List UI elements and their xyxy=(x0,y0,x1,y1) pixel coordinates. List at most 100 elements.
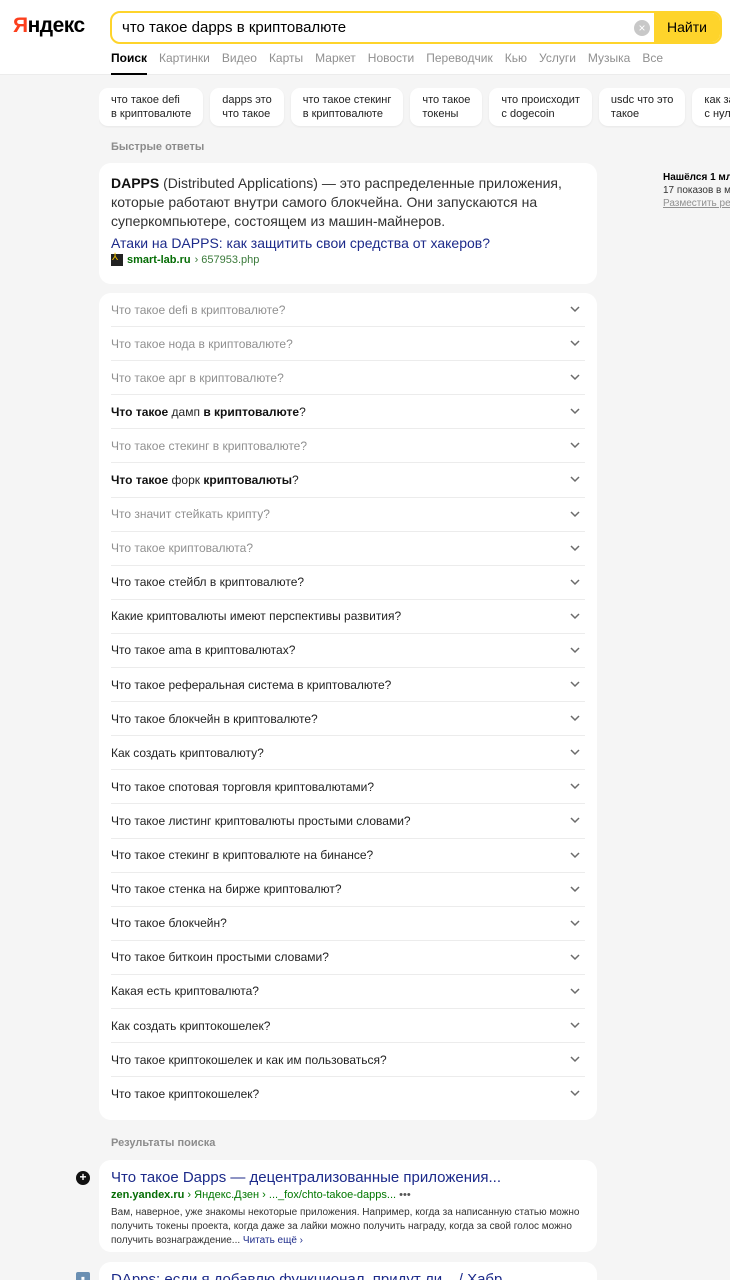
chevron-down-icon[interactable] xyxy=(569,951,581,963)
tab-music[interactable]: Музыка xyxy=(588,51,630,75)
question-text: Какая есть криптовалюта? xyxy=(111,984,259,999)
tab-search[interactable]: Поиск xyxy=(111,51,148,75)
question-row[interactable]: Что такое стейбл в криптовалюте? xyxy=(111,566,585,600)
result-domain[interactable]: zen.yandex.ru xyxy=(111,1189,184,1201)
related-query-chip[interactable]: что такое токены xyxy=(410,88,483,126)
place-ad-link[interactable]: Разместить рекламу xyxy=(663,197,730,210)
question-row[interactable]: Что такое форк криптовалюты? xyxy=(111,463,585,498)
question-row[interactable]: Что такое криптовалюта? xyxy=(111,532,585,566)
clear-icon[interactable]: × xyxy=(634,20,650,36)
search-result: DApps: если я добавлю функционал, придут… xyxy=(99,1262,597,1280)
chevron-down-icon[interactable] xyxy=(569,1087,581,1099)
yandex-logo[interactable]: Яндекс xyxy=(13,14,85,38)
question-row[interactable]: Что такое нода в криптовалюте? xyxy=(111,327,585,362)
tab-translate[interactable]: Переводчик xyxy=(426,51,493,75)
result-title-link[interactable]: Что такое Dapps — децентрализованные при… xyxy=(111,1169,585,1186)
question-row[interactable]: Что такое стенка на бирже криптовалют? xyxy=(111,873,585,907)
question-row[interactable]: Что такое стекинг в криптовалюте? xyxy=(111,429,585,464)
chevron-down-icon[interactable] xyxy=(569,712,581,724)
chevron-down-icon[interactable] xyxy=(569,814,581,826)
chevron-down-icon[interactable] xyxy=(569,644,581,656)
chevron-down-icon[interactable] xyxy=(569,1053,581,1065)
chevron-down-icon[interactable] xyxy=(569,371,581,383)
question-row[interactable]: Что значит стейкать крипту? xyxy=(111,498,585,532)
chevron-down-icon[interactable] xyxy=(569,576,581,588)
question-text: Что такое defi в криптовалюте? xyxy=(111,302,286,317)
tab-market[interactable]: Маркет xyxy=(315,51,356,75)
chevron-down-icon[interactable] xyxy=(569,508,581,520)
chevron-down-icon[interactable] xyxy=(569,917,581,929)
chevron-down-icon[interactable] xyxy=(569,746,581,758)
question-text: Что такое стейбл в криптовалюте? xyxy=(111,575,305,590)
search-result: Что такое Dapps — децентрализованные при… xyxy=(99,1160,597,1252)
search-button[interactable]: Найти xyxy=(654,13,720,42)
chevron-down-icon[interactable] xyxy=(569,337,581,349)
chevron-down-icon[interactable] xyxy=(569,1019,581,1031)
related-query-chip[interactable]: что происходит с dogecoin xyxy=(489,88,592,126)
chevron-down-icon[interactable] xyxy=(569,473,581,485)
chevron-down-icon[interactable] xyxy=(569,883,581,895)
quick-answer-text: DAPPS (Distributed Applications) — это р… xyxy=(111,175,562,229)
search-input[interactable] xyxy=(122,13,622,42)
related-query-chip[interactable]: как заработатьс нуля что дел xyxy=(692,88,730,126)
question-text: Что такое форк криптовалюты? xyxy=(111,473,299,488)
related-query-chip[interactable]: что такое defi в криптовалюте xyxy=(99,88,204,126)
question-text: Какие криптовалюты имеют перспективы раз… xyxy=(111,609,402,624)
question-row[interactable]: Что такое блокчейн? xyxy=(111,907,585,941)
question-row[interactable]: Что такое дамп в криптовалюте? xyxy=(111,395,585,430)
related-query-chip[interactable]: dapps это что такое xyxy=(210,88,284,126)
chevron-down-icon[interactable] xyxy=(569,678,581,690)
chevron-down-icon[interactable] xyxy=(569,780,581,792)
result-snippet: Вам, наверное, уже знакомы некоторые при… xyxy=(111,1207,580,1246)
source-domain[interactable]: smart-lab.ru xyxy=(127,254,191,266)
result-title-link[interactable]: DApps: если я добавлю функционал, придут… xyxy=(111,1271,585,1280)
smartlab-favicon-icon xyxy=(111,252,123,266)
question-row[interactable]: Что такое ama в криптовалютах? xyxy=(111,634,585,669)
question-row[interactable]: Что такое реферальная система в криптова… xyxy=(111,668,585,703)
question-text: Что такое арг в криптовалюте? xyxy=(111,370,284,385)
question-row[interactable]: Что такое defi в криптовалюте? xyxy=(111,293,585,328)
related-query-chip[interactable]: что такое стекинг в криптовалюте xyxy=(290,88,404,126)
chevron-down-icon[interactable] xyxy=(569,985,581,997)
question-row[interactable]: Как создать криптовалюту? xyxy=(111,736,585,771)
tab-q[interactable]: Кью xyxy=(505,51,527,75)
question-text: Что такое блокчейн в криптовалюте? xyxy=(111,711,318,726)
question-row[interactable]: Что такое стекинг в криптовалюте на бина… xyxy=(111,839,585,873)
tab-all[interactable]: Все xyxy=(642,51,663,75)
question-row[interactable]: Что такое криптокошелек и как им пользов… xyxy=(111,1043,585,1078)
question-row[interactable]: Какая есть криптовалюта? xyxy=(111,975,585,1009)
tab-maps[interactable]: Карты xyxy=(269,51,303,75)
chevron-down-icon[interactable] xyxy=(569,849,581,861)
question-row[interactable]: Что такое спотовая торговля криптовалюта… xyxy=(111,770,585,805)
question-text: Что значит стейкать крипту? xyxy=(111,507,270,522)
chevron-down-icon[interactable] xyxy=(569,610,581,622)
chevron-down-icon[interactable] xyxy=(569,439,581,451)
habr-favicon-icon: ▪ xyxy=(76,1272,90,1280)
question-row[interactable]: Что такое арг в криптовалюте? xyxy=(111,361,585,396)
chevron-down-icon[interactable] xyxy=(569,542,581,554)
read-more-link[interactable]: Читать ещё › xyxy=(243,1235,303,1246)
question-row[interactable]: Что такое криптокошелек? xyxy=(111,1077,585,1111)
question-text: Что такое криптокошелек? xyxy=(111,1087,260,1102)
question-row[interactable]: Что такое блокчейн в криптовалюте? xyxy=(111,702,585,737)
question-row[interactable]: Что такое биткоин простыми словами? xyxy=(111,941,585,975)
result-path[interactable]: › Яндекс.Дзен › ..._fox/chto-takoe-dapps… xyxy=(184,1189,396,1201)
ads-info: Нашёлся 1 млн 17 показов в месяц Размест… xyxy=(663,172,730,210)
header: Яндекс × Найти Поиск Картинки Видео Карт… xyxy=(0,0,730,75)
source-path[interactable]: › 657953.php xyxy=(195,254,260,266)
more-options-icon[interactable]: ••• xyxy=(399,1189,411,1201)
result-favicon-icon: + xyxy=(76,1171,90,1185)
tab-services[interactable]: Услуги xyxy=(539,51,576,75)
chevron-down-icon[interactable] xyxy=(569,405,581,417)
question-text: Что такое стекинг в криптовалюте на бина… xyxy=(111,848,374,863)
question-row[interactable]: Что такое листинг криптовалюты простыми … xyxy=(111,804,585,839)
chevron-down-icon[interactable] xyxy=(569,303,581,315)
question-row[interactable]: Какие криптовалюты имеют перспективы раз… xyxy=(111,600,585,634)
tab-images[interactable]: Картинки xyxy=(159,51,210,75)
related-query-chip[interactable]: usdc что это такое xyxy=(598,88,686,126)
tab-news[interactable]: Новости xyxy=(368,51,414,75)
tab-video[interactable]: Видео xyxy=(222,51,257,75)
question-row[interactable]: Как создать криптокошелек? xyxy=(111,1009,585,1044)
question-text: Что такое стенка на бирже криптовалют? xyxy=(111,882,342,897)
quick-answer-link[interactable]: Атаки на DAPPS: как защитить свои средст… xyxy=(111,235,585,251)
